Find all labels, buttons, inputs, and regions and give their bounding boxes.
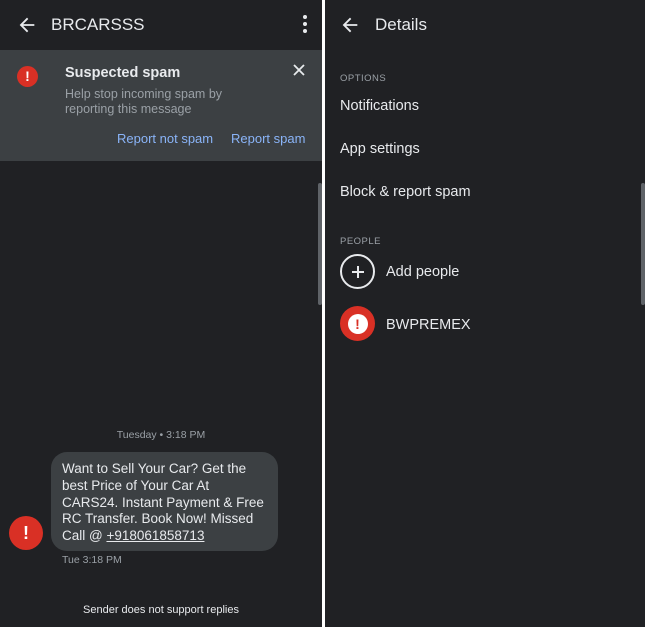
- options-section-label: OPTIONS: [340, 73, 387, 84]
- message-timestamp: Tue 3:18 PM: [62, 554, 122, 566]
- add-people-icon[interactable]: [340, 254, 375, 289]
- person-alert-icon[interactable]: !: [340, 306, 375, 341]
- scrollbar-thumb[interactable]: [318, 183, 322, 305]
- arrow-back-icon[interactable]: [339, 14, 361, 36]
- report-not-spam-button[interactable]: Report not spam: [117, 131, 213, 146]
- block-report-spam-option[interactable]: Block & report spam: [340, 184, 471, 200]
- reply-unsupported-note: Sender does not support replies: [83, 604, 239, 616]
- details-app-bar: Details: [325, 0, 645, 50]
- sender-avatar-alert-icon[interactable]: !: [9, 516, 43, 550]
- message-phone-link[interactable]: +918061858713: [106, 528, 204, 543]
- spam-banner-title: Suspected spam: [65, 65, 181, 81]
- add-people-button[interactable]: Add people: [386, 264, 459, 280]
- close-icon[interactable]: [292, 63, 306, 77]
- more-vert-icon[interactable]: [302, 15, 308, 35]
- details-panel: Details OPTIONS Notifications App settin…: [325, 0, 645, 627]
- message-bubble[interactable]: Want to Sell Your Car? Get the best Pric…: [51, 452, 278, 551]
- arrow-back-icon[interactable]: [16, 14, 38, 36]
- spam-alert-icon: !: [17, 66, 38, 87]
- conversation-panel: BRCARSSS ! Suspected spam Help stop inco…: [0, 0, 322, 627]
- app-settings-option[interactable]: App settings: [340, 141, 420, 157]
- spam-banner-subtitle: Help stop incoming spam by reporting thi…: [65, 87, 223, 116]
- person-name[interactable]: BWPREMEX: [386, 317, 471, 333]
- people-section-label: PEOPLE: [340, 236, 382, 247]
- report-spam-button[interactable]: Report spam: [231, 131, 305, 146]
- conversation-title: BRCARSSS: [51, 15, 145, 34]
- date-separator: Tuesday • 3:18 PM: [116, 429, 206, 441]
- details-title: Details: [375, 15, 427, 34]
- notifications-option[interactable]: Notifications: [340, 98, 419, 114]
- conversation-app-bar: BRCARSSS: [0, 0, 322, 50]
- scrollbar-thumb[interactable]: [641, 183, 645, 305]
- person-alert-glyph: !: [347, 313, 368, 334]
